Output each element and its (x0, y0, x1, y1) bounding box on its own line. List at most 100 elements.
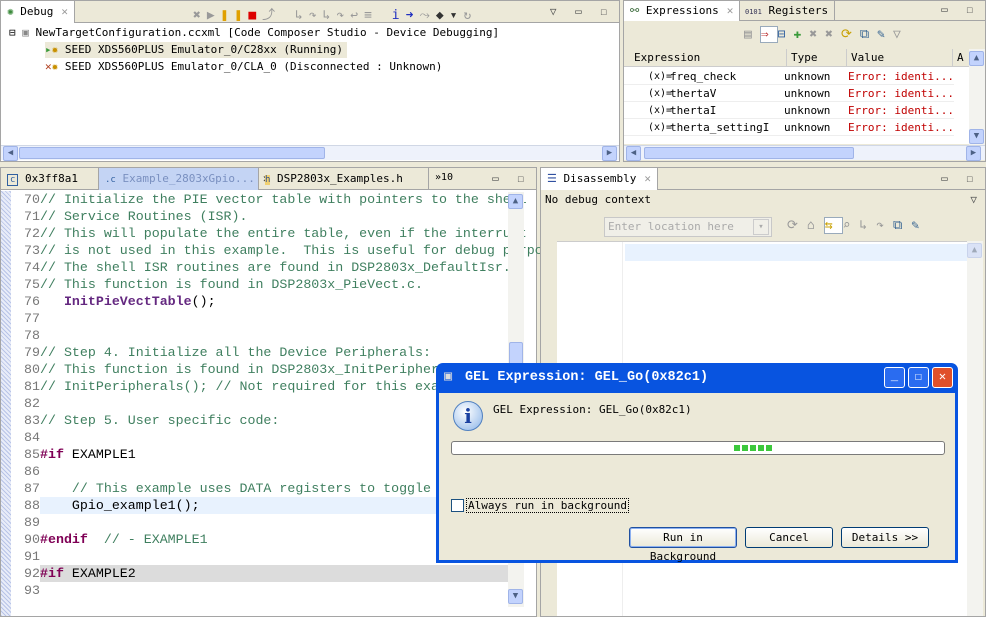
code-line[interactable]: 90#endif // - EXAMPLE1 (13, 531, 508, 548)
asm-step-into-icon[interactable]: ↳ (323, 8, 337, 23)
resume-icon[interactable]: ▶ (207, 8, 221, 23)
code-line[interactable]: 75// This function is found in DSP2803x_… (13, 276, 508, 293)
column-value[interactable]: Value (846, 49, 884, 67)
code-line[interactable]: 91 (13, 548, 508, 565)
view-window-buttons[interactable]: ▭ ☐ (492, 172, 530, 185)
expressions-vscrollbar[interactable]: ▲ ▼ (969, 49, 985, 147)
code-line[interactable]: 76 InitPieVectTable(); (13, 293, 508, 310)
code-line[interactable]: 92#if EXAMPLE2 (13, 565, 508, 582)
scroll-right-button[interactable]: ▶ (602, 146, 617, 161)
close-icon[interactable]: ✕ (727, 4, 734, 17)
asm-step-into-icon[interactable]: ↳ (859, 218, 876, 233)
code-line[interactable]: 83// Step 5. User specific code: (13, 412, 508, 429)
refresh-icon[interactable]: ⟳ (841, 27, 860, 42)
view-menu-icons[interactable]: ▽ ▭ ☐ (550, 5, 613, 18)
scroll-left-button[interactable]: ◀ (626, 146, 641, 161)
code-line[interactable]: 93 (13, 582, 508, 599)
tab-debug[interactable]: ✺ Debug ✕ (1, 1, 75, 23)
reset-icon[interactable]: ≡ (364, 8, 378, 23)
code-line[interactable]: 70// Initialize the PIE vector table wit… (13, 191, 527, 208)
scroll-down-button[interactable]: ▼ (969, 129, 984, 144)
expression-row[interactable]: (x)= freq_check unknown Error: identi... (624, 68, 954, 85)
dropdown-arrow-icon[interactable]: ▾ (753, 219, 769, 235)
code-line[interactable]: 72// This will populate the entire table… (13, 225, 527, 242)
view-menu-icon[interactable]: ▽ (970, 193, 977, 206)
refresh-icon[interactable]: ⟳ (787, 218, 807, 233)
restart-icon[interactable]: ↻ (464, 8, 478, 23)
scroll-up-button[interactable]: ▲ (967, 243, 982, 258)
view-window-buttons[interactable]: ▭ ☐ (941, 172, 979, 185)
tree-item-c28xx[interactable]: ▸✹ SEED XDS560PLUS Emulator_0/C28xx (Run… (45, 42, 348, 58)
always-background-label[interactable]: Always run in background (466, 498, 629, 513)
code-line[interactable]: 80// This function is found in DSP2803x_… (13, 361, 508, 378)
column-address[interactable]: A (952, 49, 964, 67)
code-line[interactable]: 77 (13, 310, 508, 327)
tab-example-gpio[interactable]: .c Example_2803xGpio...✕ (99, 168, 270, 190)
tree-item-target-config[interactable]: ⊟ ▣ NewTargetConfiguration.ccxml [Code C… (9, 25, 499, 41)
step-into-icon[interactable]: ↳ (295, 8, 309, 23)
step-return-icon[interactable]: ↩ (350, 8, 364, 23)
location-input[interactable]: Enter location here ▾ (604, 217, 772, 237)
tab-expressions[interactable]: ⚯ Expressions ✕ (624, 1, 741, 21)
search-icon[interactable]: ⌕ (843, 218, 860, 233)
code-line[interactable]: 85#if EXAMPLE1 (13, 446, 508, 463)
code-line[interactable]: 89 (13, 514, 508, 531)
maximize-button[interactable]: ☐ (908, 367, 929, 388)
tab-disassembly[interactable]: ☰ Disassembly ✕ (541, 168, 658, 190)
code-line[interactable]: 79// Step 4. Initialize all the Device P… (13, 344, 508, 361)
expression-row[interactable]: (x)= thertaI unknown Error: identi... (624, 102, 954, 119)
run-to-line-icon[interactable]: ⤳ (419, 8, 435, 23)
code-line[interactable]: 73// is not used in this example. This i… (13, 242, 575, 259)
close-icon[interactable]: ✕ (644, 172, 651, 185)
details-button[interactable]: Details >> (841, 527, 929, 548)
close-button[interactable]: ✕ (932, 367, 953, 388)
remove-launch-icon[interactable]: ✖ (193, 8, 207, 23)
scroll-thumb[interactable] (19, 147, 325, 159)
scroll-left-button[interactable]: ◀ (3, 146, 18, 161)
close-icon[interactable]: ✕ (61, 5, 68, 18)
scroll-thumb[interactable] (644, 147, 854, 159)
scroll-down-button[interactable]: ▼ (508, 589, 523, 604)
column-expression[interactable]: Expression (634, 49, 700, 67)
scroll-up-button[interactable]: ▲ (508, 194, 523, 209)
scroll-up-button[interactable]: ▲ (969, 51, 984, 66)
disconnect-icon[interactable]: ⤴ (262, 8, 281, 23)
code-line[interactable]: 84 (13, 429, 508, 446)
code-line[interactable]: 87 // This example uses DATA registers t… (13, 480, 508, 497)
expression-row[interactable]: (x)= thertaV unknown Error: identi... (624, 85, 954, 102)
dialog-titlebar[interactable]: ▣ GEL Expression: GEL_Go(0x82c1) _ ☐ ✕ (439, 363, 955, 393)
run-in-background-button[interactable]: Run in Background (629, 527, 737, 563)
pin-icon[interactable]: ✎ (877, 27, 893, 42)
terminate-icon[interactable]: ■ (248, 8, 262, 23)
view-menu-icon[interactable]: ▽ (893, 27, 909, 42)
column-type[interactable]: Type (786, 49, 818, 67)
add-icon[interactable]: ✚ (793, 27, 809, 42)
code-line[interactable]: 81// InitPeripherals(); // Not required … (13, 378, 508, 395)
remove-icon[interactable]: ✖ (809, 27, 825, 42)
home-icon[interactable]: ⌂ (807, 218, 824, 233)
chip-icon[interactable]: ◆▾ (436, 8, 464, 23)
new-window-icon[interactable]: ⧉ (860, 27, 877, 42)
collapse-icon[interactable]: ⊟ (9, 26, 16, 39)
tab-overflow[interactable]: »10 (429, 168, 459, 190)
cancel-button[interactable]: Cancel (745, 527, 833, 548)
expressions-hscrollbar[interactable]: ◀ ▶ (624, 145, 985, 161)
view-window-buttons[interactable]: ▭ ☐ (941, 3, 979, 16)
new-window-icon[interactable]: ⧉ (893, 218, 911, 233)
code-line[interactable]: 88 Gpio_example1(); (13, 497, 508, 514)
collapse-icon[interactable]: ⊟ (778, 27, 794, 42)
asm-step-over-icon[interactable]: ↷ (336, 8, 350, 23)
instruction-step-icon[interactable]: i➜ (392, 8, 420, 23)
debug-hscrollbar[interactable]: ◀ ▶ (1, 145, 619, 161)
expression-row[interactable]: (x)= therta_settingI unknown Error: identi.… (624, 119, 954, 136)
code-line[interactable]: 78 (13, 327, 508, 344)
code-area[interactable]: 70// Initialize the PIE vector table wit… (13, 191, 575, 599)
code-line[interactable]: 82 (13, 395, 508, 412)
step-over-icon[interactable]: ↷ (309, 8, 323, 23)
code-line[interactable]: 71// Service Routines (ISR). (13, 208, 508, 225)
suspend-icon[interactable]: ❚❚ (221, 8, 249, 23)
scroll-right-button[interactable]: ▶ (966, 146, 981, 161)
pin-icon[interactable]: ✎ (911, 218, 928, 233)
asm-step-over-icon[interactable]: ↷ (876, 218, 893, 233)
code-line[interactable]: 74// The shell ISR routines are found in… (13, 259, 527, 276)
